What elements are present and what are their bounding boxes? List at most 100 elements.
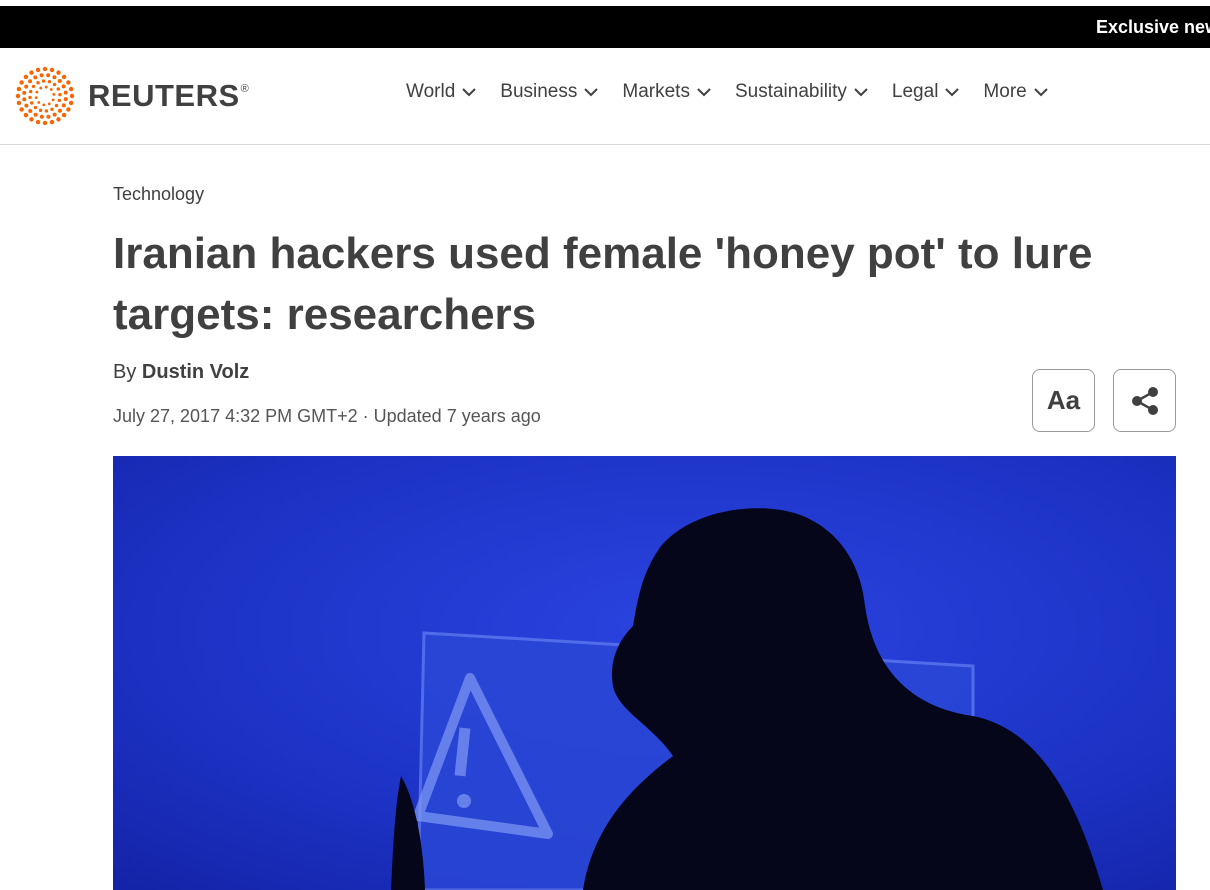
- logo-dot: [42, 66, 48, 72]
- logo-dot: [68, 86, 74, 92]
- nav-item-sustainability[interactable]: Sustainability: [735, 81, 868, 103]
- logo-dot: [31, 84, 36, 89]
- chevron-down-icon: [584, 88, 599, 97]
- logo-dot: [29, 117, 34, 122]
- article-headline: Iranian hackers used female 'honey pot' …: [113, 229, 1093, 339]
- nav-item-world[interactable]: World: [406, 81, 476, 103]
- logo-dot: [30, 101, 34, 105]
- nav-label: Legal: [891, 81, 939, 102]
- logo-dot: [52, 93, 56, 96]
- logo-dot: [41, 79, 46, 83]
- chevron-down-icon: [697, 88, 711, 97]
- logo-dot: [38, 108, 43, 113]
- author-link[interactable]: Dustin Volz: [142, 361, 249, 383]
- logo-dot: [34, 96, 38, 99]
- logo-wordmark: REUTERS®: [88, 78, 250, 113]
- logo-dot: [69, 93, 75, 99]
- logo-dot: [23, 74, 29, 80]
- logo-dot: [51, 98, 55, 102]
- logo-dot: [42, 120, 48, 126]
- nav-label: World: [406, 81, 456, 102]
- category-link[interactable]: Technology: [113, 184, 204, 205]
- byline-prefix: By: [113, 361, 142, 383]
- logo-dot: [39, 86, 43, 90]
- logo-dot: [61, 103, 66, 108]
- logo-dot: [16, 100, 22, 106]
- text-size-button[interactable]: Aa: [1032, 369, 1095, 432]
- logo-dot: [61, 84, 66, 89]
- logo-dot: [28, 108, 33, 113]
- logo-dot: [56, 70, 61, 75]
- logo-dot: [22, 90, 27, 95]
- logo-dot: [56, 87, 60, 91]
- main-nav: World Business Markets Sustainability Le…: [406, 81, 1072, 103]
- logo-dot: [33, 105, 38, 110]
- publish-date: July 27, 2017 4:32 PM GMT+2: [113, 406, 358, 426]
- byline: By Dustin Volz: [113, 361, 249, 384]
- logo-dot: [22, 97, 27, 102]
- logo-dot: [52, 82, 57, 87]
- logo-dot: [61, 74, 67, 80]
- nav-label: Markets: [622, 81, 690, 102]
- logo-dot: [52, 75, 57, 80]
- logo-dot: [49, 119, 55, 125]
- logo-dot: [35, 90, 39, 94]
- logo-dot: [39, 114, 44, 119]
- logo-dot: [24, 84, 29, 89]
- logo-dot: [66, 107, 71, 112]
- logo-dot: [54, 103, 59, 108]
- logo-dot: [68, 100, 74, 106]
- logo-dot: [37, 101, 41, 104]
- logo-dot: [29, 70, 34, 75]
- logo-dot: [57, 98, 62, 103]
- logo-dot: [23, 112, 29, 118]
- logo-dot: [16, 86, 22, 92]
- logo-dot: [57, 79, 62, 84]
- logo-dot: [24, 103, 29, 108]
- share-button[interactable]: [1113, 369, 1176, 432]
- logo-dot: [15, 93, 21, 99]
- nav-label: Business: [500, 81, 578, 102]
- logo-dot: [63, 90, 68, 95]
- logo-dot: [28, 89, 33, 94]
- logo-dot: [52, 112, 57, 117]
- logo-dot: [33, 75, 38, 80]
- logo-dot: [63, 97, 68, 102]
- nav-item-business[interactable]: Business: [500, 81, 599, 103]
- nav-item-markets[interactable]: Markets: [622, 81, 711, 103]
- logo-dot: [56, 117, 61, 122]
- logo-dot: [28, 95, 32, 100]
- promo-bar[interactable]: Exclusive news: [0, 6, 1210, 48]
- logo-dot: [46, 73, 51, 78]
- logo-dot: [50, 107, 54, 111]
- logo-dot: [57, 108, 62, 113]
- chevron-down-icon: [462, 88, 476, 97]
- logo-dot: [61, 112, 67, 118]
- logo-dot: [42, 103, 46, 107]
- logo-dot: [35, 119, 41, 125]
- logo-dot: [35, 67, 41, 73]
- hero-photo: [113, 456, 1176, 890]
- logo-dot: [36, 81, 40, 85]
- logo-dot: [49, 67, 55, 73]
- reuters-logo[interactable]: REUTERS®: [14, 66, 249, 126]
- logo-dot: [44, 85, 48, 89]
- logo-dot: [47, 102, 51, 106]
- logo-dot: [33, 112, 38, 117]
- text-size-label: Aa: [1046, 385, 1081, 415]
- logo-dot: [46, 114, 51, 119]
- logo-dot: [19, 80, 24, 85]
- chevron-down-icon: [854, 88, 868, 97]
- nav-label: More: [983, 81, 1027, 102]
- hero-image[interactable]: [113, 456, 1176, 890]
- nav-item-more[interactable]: More: [983, 81, 1048, 103]
- logo-dot: [66, 80, 71, 85]
- promo-text[interactable]: Exclusive news: [1096, 17, 1210, 38]
- share-icon: [1131, 386, 1158, 415]
- nav-item-legal[interactable]: Legal: [892, 81, 960, 103]
- logo-dot: [39, 73, 44, 78]
- logo-dot: [44, 109, 49, 113]
- logo-dot: [47, 79, 52, 84]
- logo-dot: [28, 79, 33, 84]
- chevron-down-icon: [945, 88, 960, 97]
